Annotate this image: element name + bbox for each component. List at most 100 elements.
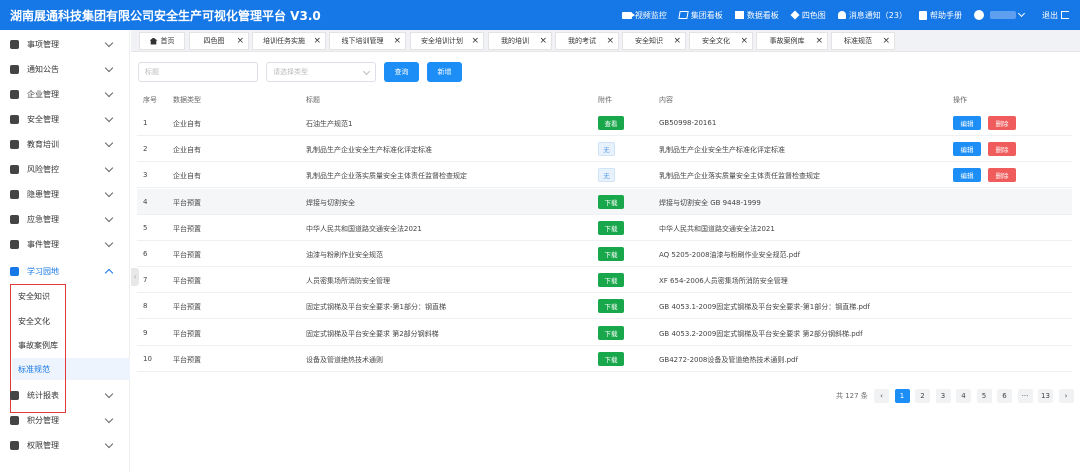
download-attachment-button[interactable]: 下载 xyxy=(598,299,624,314)
nav-video-monitor[interactable]: 视频监控 xyxy=(621,10,667,21)
row-title: 人员密集场所消防安全管理 xyxy=(306,277,390,286)
database-icon xyxy=(10,416,19,425)
close-icon[interactable]: × xyxy=(539,36,547,46)
page-button[interactable]: 3 xyxy=(935,389,951,403)
row-index: 2 xyxy=(143,145,148,154)
type-select[interactable]: 请选择类型 xyxy=(266,62,376,82)
table-header: 序号 数据类型 标题 附件 内容 操作 xyxy=(137,90,1072,108)
add-button[interactable]: 新增 xyxy=(427,62,462,82)
nav-label: 四色图 xyxy=(801,10,826,20)
sidebar-item-safety[interactable]: 安全管理 xyxy=(0,107,130,132)
close-icon[interactable]: × xyxy=(393,36,401,46)
table-row: 10 平台预置 设备及管道绝热技术通则 下载 GB4272-2008设备及管道绝… xyxy=(137,346,1072,372)
row-index: 9 xyxy=(143,328,148,337)
tab-accident-cases[interactable]: 事故案例库 × xyxy=(756,32,828,50)
delete-button[interactable]: 删除 xyxy=(988,142,1016,157)
row-data-type: 平台预置 xyxy=(173,329,201,338)
view-attachment-button[interactable]: 查看 xyxy=(598,116,624,130)
sidebar-item-events[interactable]: 事件管理 xyxy=(0,232,130,257)
tab-standards[interactable]: 标准规范 × xyxy=(831,32,895,50)
edit-button[interactable]: 编辑 xyxy=(953,168,981,183)
page-button[interactable]: 5 xyxy=(976,389,992,403)
tab-training-tasks[interactable]: 培训任务实施 × xyxy=(252,32,326,50)
row-content: GB 4053.2-2009固定式钢梯及平台安全要求 第2部分钢斜梯.pdf xyxy=(659,329,863,338)
logout-button[interactable]: 退出 xyxy=(1042,10,1072,21)
sidebar-item-emergency[interactable]: 应急管理 xyxy=(0,207,130,232)
tab-safety-culture[interactable]: 安全文化 × xyxy=(689,32,753,50)
col-index: 序号 xyxy=(143,96,157,104)
download-attachment-button[interactable]: 下载 xyxy=(598,194,624,209)
sidebar-item-points[interactable]: 积分管理 xyxy=(0,408,130,433)
download-attachment-button[interactable]: 下载 xyxy=(598,351,624,366)
logout-label: 退出 xyxy=(1042,10,1058,20)
nav-group-board[interactable]: 集团看板 xyxy=(678,10,723,21)
prev-page-button[interactable]: ‹ xyxy=(874,389,889,403)
sidebar-item-training[interactable]: 教育培训 xyxy=(0,132,130,157)
close-icon[interactable]: × xyxy=(236,36,244,46)
delete-button[interactable]: 删除 xyxy=(988,116,1016,130)
tab-offline-training[interactable]: 线下培训管理 × xyxy=(329,32,406,50)
sidebar-item-label: 通知公告 xyxy=(27,65,59,74)
close-icon[interactable]: × xyxy=(740,36,748,46)
page-button[interactable]: 6 xyxy=(997,389,1012,403)
row-content: 中华人民共和国道路交通安全法2021 xyxy=(659,224,775,233)
col-content: 内容 xyxy=(659,96,673,104)
tab-home[interactable]: 首页 xyxy=(139,32,185,50)
tab-my-exams[interactable]: 我的考试 × xyxy=(555,32,619,50)
person-icon xyxy=(10,215,19,224)
delete-button[interactable]: 删除 xyxy=(988,168,1016,183)
nav-data-board[interactable]: 数据看板 xyxy=(734,10,779,21)
download-attachment-button[interactable]: 下载 xyxy=(598,220,624,235)
page-button[interactable]: 4 xyxy=(956,389,971,403)
nav-help-manual[interactable]: 帮助手册 xyxy=(919,10,962,21)
sidebar-item-reports[interactable]: 统计报表 xyxy=(0,383,130,408)
chevron-down-icon xyxy=(104,138,114,148)
key-icon xyxy=(10,441,19,450)
page-button[interactable]: 13 xyxy=(1038,389,1053,403)
title-search-input[interactable]: 标题 xyxy=(138,62,258,82)
tab-safety-knowledge[interactable]: 安全知识 × xyxy=(622,32,686,50)
tab-training-plan[interactable]: 安全培训计划 × xyxy=(410,32,484,50)
close-icon[interactable]: × xyxy=(471,36,479,46)
nav-notifications[interactable]: 消息通知（23） xyxy=(837,10,907,21)
sidebar-item-matters[interactable]: 事项管理 xyxy=(0,32,130,57)
edit-button[interactable]: 编辑 xyxy=(953,142,981,157)
close-icon[interactable]: × xyxy=(815,36,823,46)
next-page-button[interactable]: › xyxy=(1058,389,1074,403)
page-button[interactable]: 1 xyxy=(894,389,910,403)
tab-my-training[interactable]: 我的培训 × xyxy=(488,32,552,50)
table-row: 5 平台预置 中华人民共和国道路交通安全法2021 下载 中华人民共和国道路交通… xyxy=(137,215,1072,241)
close-icon[interactable]: × xyxy=(882,36,890,46)
close-icon[interactable]: × xyxy=(673,36,681,46)
sidebar-item-notices[interactable]: 通知公告 xyxy=(0,57,130,82)
sidebar-item-enterprise[interactable]: 企业管理 xyxy=(0,82,130,107)
tab-label: 标准规范 xyxy=(844,37,872,45)
close-icon[interactable]: × xyxy=(606,36,614,46)
download-attachment-button[interactable]: 下载 xyxy=(598,273,624,288)
table-row: 7 平台预置 人员密集场所消防安全管理 下载 XF 654-2006人员密集场所… xyxy=(137,267,1072,294)
download-attachment-button[interactable]: 下载 xyxy=(598,325,624,340)
download-attachment-button[interactable]: 下载 xyxy=(598,247,624,261)
close-icon[interactable]: × xyxy=(313,36,321,46)
nav-label: 集团看板 xyxy=(690,10,723,20)
search-button[interactable]: 查询 xyxy=(384,62,419,82)
sidebar-item-hazards[interactable]: 隐患管理 xyxy=(0,182,130,207)
tab-four-color-map[interactable]: 四色图 × xyxy=(189,32,249,50)
tab-label: 线下培训管理 xyxy=(341,37,384,45)
nav-four-color-map[interactable]: 四色图 xyxy=(790,10,826,21)
monitor-icon xyxy=(10,190,19,199)
chevron-down-icon xyxy=(104,414,114,424)
edit-button[interactable]: 编辑 xyxy=(953,116,981,130)
row-title: 固定式钢梯及平台安全要求-第1部分：钢直梯 xyxy=(306,303,446,312)
sidebar-item-risk[interactable]: 风险管控 xyxy=(0,157,130,182)
sidebar-item-learning[interactable]: 学习园地 xyxy=(0,259,130,284)
user-menu[interactable] xyxy=(974,9,1026,20)
nav-label: 视频监控 xyxy=(634,10,667,20)
sidebar-item-permissions[interactable]: 权限管理 xyxy=(0,433,130,458)
page-button[interactable]: 2 xyxy=(915,389,930,403)
page-ellipsis[interactable]: ··· xyxy=(1017,389,1033,403)
sidebar-item-label: 积分管理 xyxy=(27,416,59,425)
table-row: 8 平台预置 固定式钢梯及平台安全要求-第1部分：钢直梯 下载 GB 4053.… xyxy=(137,293,1072,320)
user-name-redacted xyxy=(990,11,1016,19)
map-icon xyxy=(678,11,689,19)
